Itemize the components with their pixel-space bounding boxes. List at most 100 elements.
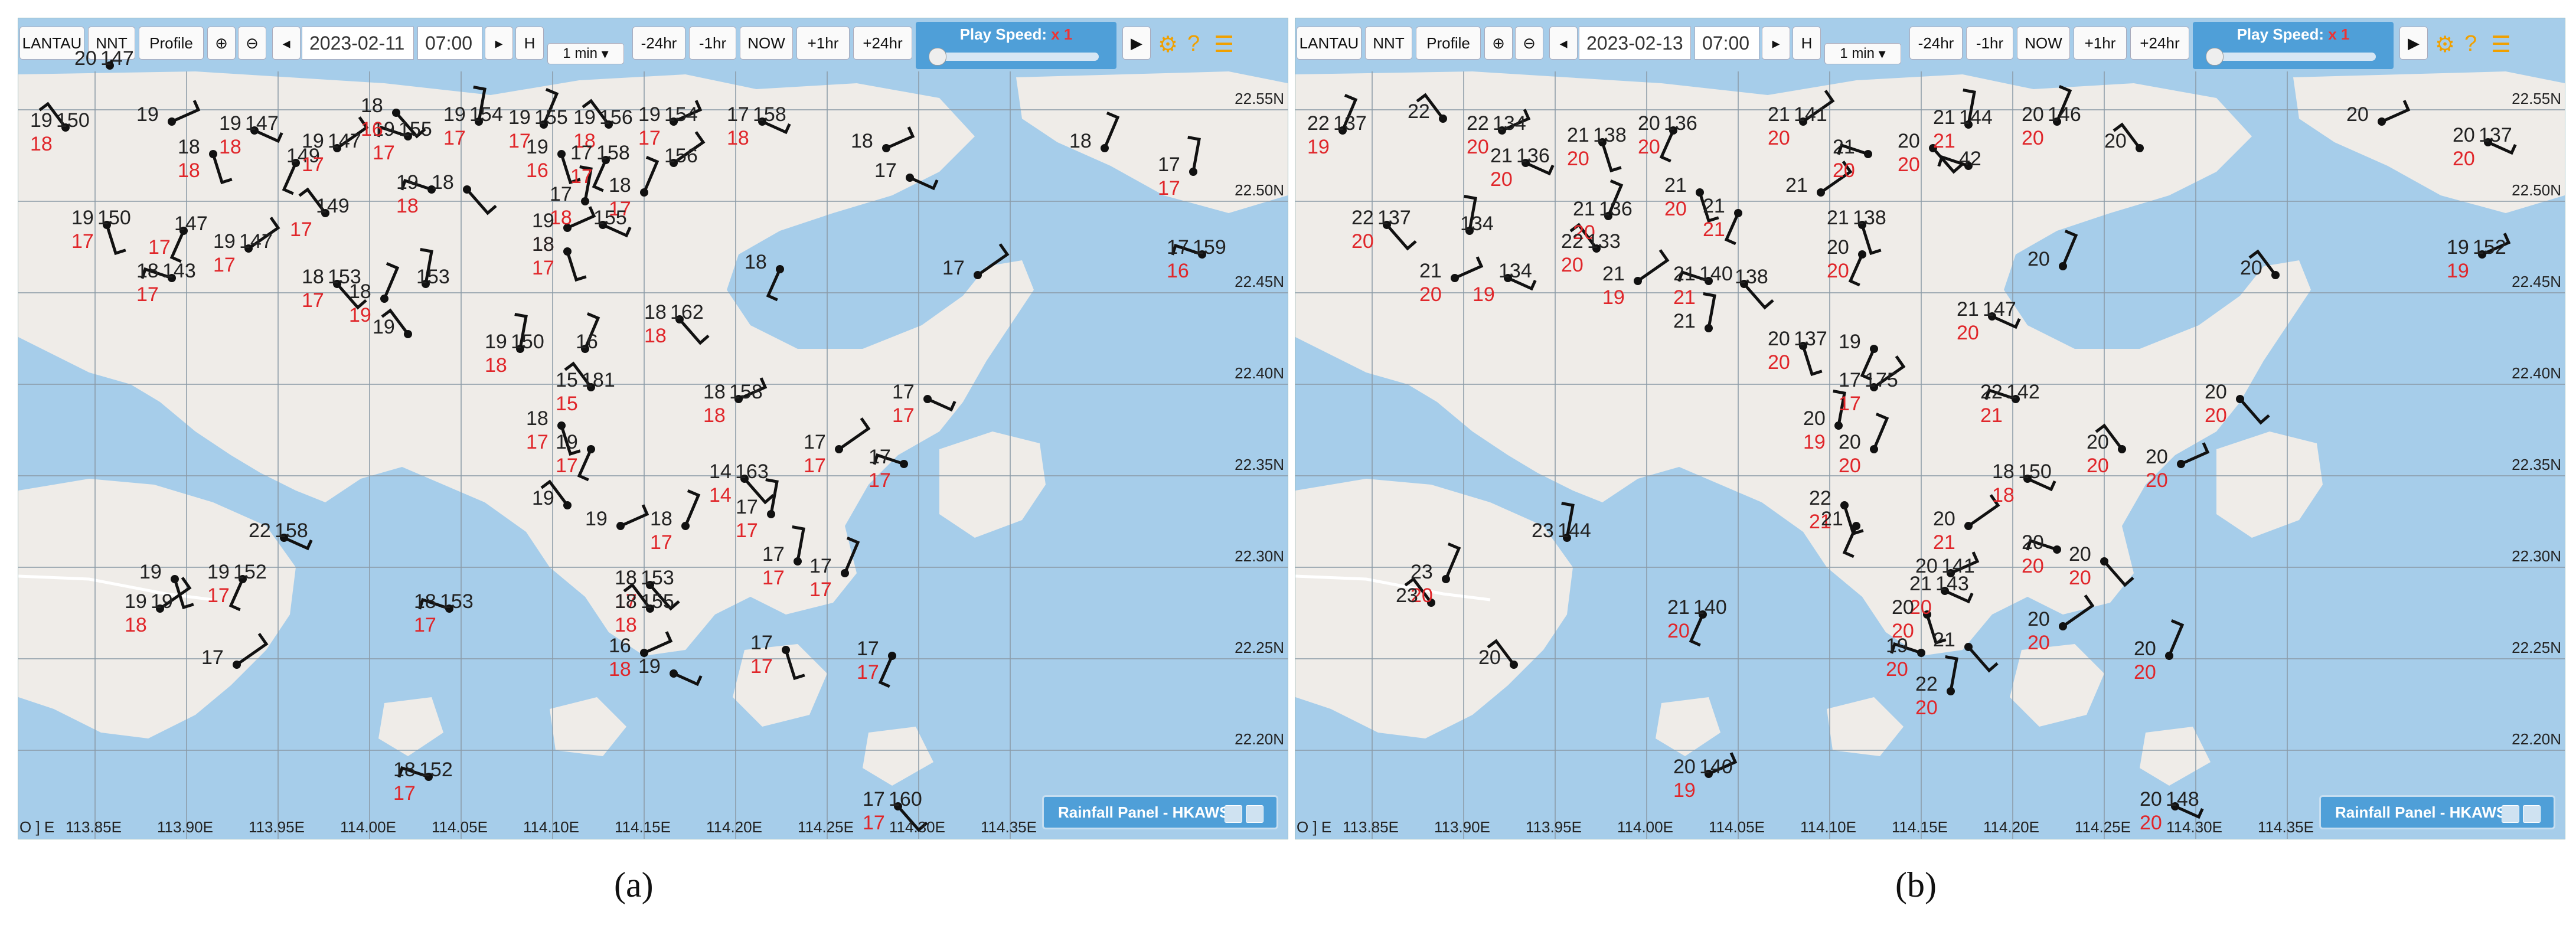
station-dot[interactable] — [563, 247, 572, 256]
station-dot[interactable] — [581, 197, 589, 205]
play-speed-slider[interactable] — [929, 48, 1099, 66]
station-dot[interactable] — [1451, 274, 1459, 282]
restore-icon[interactable] — [2523, 805, 2541, 823]
station-dot[interactable] — [209, 150, 217, 158]
station-dot[interactable] — [1964, 643, 1973, 651]
station-dot[interactable] — [1101, 144, 1109, 152]
station-dot[interactable] — [2059, 262, 2067, 270]
station-dot[interactable] — [1734, 209, 1742, 217]
settings-icon[interactable]: ⚙ — [2435, 31, 2455, 58]
station-dot[interactable] — [2271, 271, 2280, 279]
minus-1hr-button[interactable]: -1hr — [1966, 27, 2013, 60]
station-dot[interactable] — [557, 150, 566, 158]
station-dot[interactable] — [974, 271, 982, 279]
play-speed-slider[interactable] — [2206, 48, 2376, 66]
time-field[interactable]: 07:00 — [1695, 27, 1759, 60]
station-dot[interactable] — [882, 144, 890, 152]
zoom-out-icon[interactable]: ⊖ — [1515, 27, 1543, 60]
play-icon[interactable]: ▶ — [1122, 27, 1151, 60]
station-dot[interactable] — [1189, 168, 1197, 176]
station-dot[interactable] — [1510, 661, 1518, 669]
expand-icon[interactable] — [2502, 805, 2519, 823]
layers-icon[interactable]: ☰ — [1214, 31, 1234, 58]
station-dot[interactable] — [776, 265, 784, 273]
interval-select[interactable]: 1 min ▾ — [1824, 43, 1901, 64]
station-dot[interactable] — [1870, 445, 1878, 453]
rainfall-panel-button[interactable]: Rainfall Panel - HKAWS — [2319, 795, 2555, 829]
plus-1hr-button[interactable]: +1hr — [796, 27, 850, 60]
map-panel-a[interactable]: LANTAU NNT Profile ⊕ ⊖ ◂ 2023-02-11 07:0… — [18, 18, 1288, 839]
station-dot[interactable] — [906, 174, 914, 182]
station-dot[interactable] — [1947, 687, 1955, 695]
station-dot[interactable] — [2100, 557, 2108, 566]
minus-24hr-button[interactable]: -24hr — [632, 27, 685, 60]
station-dot[interactable] — [233, 661, 241, 669]
station-dot[interactable] — [2165, 652, 2173, 660]
station-dot[interactable] — [670, 669, 678, 678]
lantau-button[interactable]: LANTAU — [1297, 27, 1362, 60]
zoom-in-icon[interactable]: ⊕ — [207, 27, 236, 60]
slider-knob[interactable] — [929, 48, 946, 66]
station-dot[interactable] — [1817, 188, 1825, 197]
date-field[interactable]: 2023-02-11 — [302, 27, 414, 60]
station-dot[interactable] — [1864, 150, 1872, 158]
station-dot[interactable] — [794, 557, 802, 566]
station-dot[interactable] — [888, 652, 896, 660]
station-dot[interactable] — [1442, 575, 1450, 583]
station-dot[interactable] — [1852, 522, 1860, 530]
restore-icon[interactable] — [1246, 805, 1263, 823]
station-dot[interactable] — [1439, 115, 1447, 123]
now-button[interactable]: NOW — [2017, 27, 2070, 60]
station-dot[interactable] — [168, 117, 176, 126]
map-panel-b[interactable]: LANTAU NNT Profile ⊕ ⊖ ◂ 2023-02-13 07:0… — [1295, 18, 2565, 839]
station-dot[interactable] — [392, 109, 400, 117]
station-dot[interactable] — [171, 575, 179, 583]
interval-select[interactable]: 1 min ▾ — [547, 43, 624, 64]
station-dot[interactable] — [1858, 250, 1866, 259]
station-dot[interactable] — [681, 522, 690, 530]
station-dot[interactable] — [616, 522, 625, 530]
zoom-in-icon[interactable]: ⊕ — [1484, 27, 1513, 60]
nnt-button[interactable]: NNT — [1365, 27, 1412, 60]
station-dot[interactable] — [1870, 345, 1878, 353]
station-dot[interactable] — [1705, 324, 1713, 332]
station-dot[interactable] — [1964, 522, 1973, 530]
station-dot[interactable] — [923, 395, 932, 403]
station-dot[interactable] — [2053, 545, 2061, 554]
settings-icon[interactable]: ⚙ — [1158, 31, 1178, 58]
station-dot[interactable] — [2059, 622, 2067, 630]
station-dot[interactable] — [587, 445, 595, 453]
time-field[interactable]: 07:00 — [417, 27, 482, 60]
station-dot[interactable] — [1917, 649, 1925, 657]
station-dot[interactable] — [2118, 445, 2126, 453]
slider-knob[interactable] — [2206, 48, 2224, 66]
help-icon[interactable]: ? — [2464, 31, 2477, 57]
minus-24hr-button[interactable]: -24hr — [1909, 27, 1963, 60]
station-dot[interactable] — [2236, 395, 2244, 403]
h-button[interactable]: H — [515, 27, 544, 60]
play-icon[interactable]: ▶ — [2399, 27, 2428, 60]
prev-time-icon[interactable]: ◂ — [272, 27, 301, 60]
station-dot[interactable] — [2378, 117, 2386, 126]
station-dot[interactable] — [782, 646, 790, 654]
rainfall-panel-button[interactable]: Rainfall Panel - HKAWS — [1042, 795, 1278, 829]
now-button[interactable]: NOW — [740, 27, 793, 60]
station-dot[interactable] — [2136, 144, 2144, 152]
station-dot[interactable] — [1834, 421, 1843, 430]
station-dot[interactable] — [835, 445, 843, 453]
station-dot[interactable] — [557, 421, 566, 430]
date-field[interactable]: 2023-02-13 — [1579, 27, 1691, 60]
layers-icon[interactable]: ☰ — [2491, 31, 2511, 58]
station-dot[interactable] — [640, 188, 648, 197]
station-dot[interactable] — [463, 185, 471, 194]
prev-time-icon[interactable]: ◂ — [1549, 27, 1578, 60]
profile-button[interactable]: Profile — [1416, 27, 1481, 60]
station-dot[interactable] — [900, 460, 908, 468]
station-dot[interactable] — [2177, 460, 2185, 468]
station-dot[interactable] — [404, 330, 412, 338]
minus-1hr-button[interactable]: -1hr — [689, 27, 736, 60]
next-time-icon[interactable]: ▸ — [485, 27, 513, 60]
profile-button[interactable]: Profile — [139, 27, 204, 60]
plus-24hr-button[interactable]: +24hr — [853, 27, 912, 60]
help-icon[interactable]: ? — [1187, 31, 1200, 57]
